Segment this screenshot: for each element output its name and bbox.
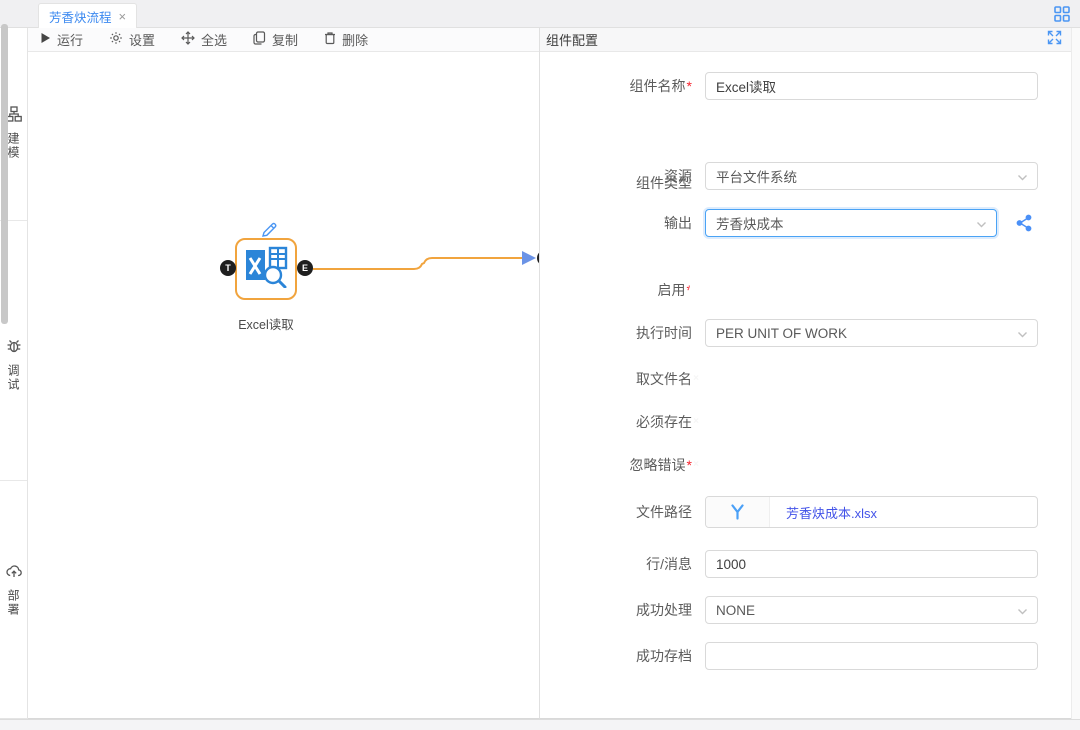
file-path-field: 芳香炔成本.xlsx <box>705 496 1038 528</box>
sidebar-item-debug[interactable]: 调试 <box>0 338 27 392</box>
component-name-input[interactable] <box>705 72 1038 100</box>
node-label: Excel读取 <box>216 314 316 333</box>
flow-canvas[interactable]: T E Excel读取 <box>28 52 539 718</box>
resource-select-value: 平台文件系统 <box>716 166 797 186</box>
config-form: 组件名称* 组件类型 Excel File Reader 资源 平台文件系统 输… <box>540 52 1072 719</box>
component-name-label: 组件名称* <box>540 72 692 100</box>
move-cross-icon <box>181 31 195 48</box>
execution-time-label: 执行时间 <box>540 319 692 347</box>
resource-select[interactable]: 平台文件系统 <box>705 162 1038 190</box>
bug-icon <box>6 338 22 359</box>
run-button[interactable]: 运行 <box>40 30 83 49</box>
app-window: 芳香炔流程 × 建模 调试 部署 <box>0 0 1080 730</box>
select-all-button-label: 全选 <box>201 30 227 49</box>
copy-icon <box>253 31 266 48</box>
layout-grid-icon[interactable] <box>1053 5 1071 23</box>
cross-mark-icon: × <box>693 370 699 388</box>
required-mark: * <box>687 457 692 473</box>
gear-icon <box>109 31 123 48</box>
ignore-errors-label: 忽略错误* <box>540 456 692 474</box>
tab-flow-label: 芳香炔流程 <box>49 7 112 26</box>
excel-reader-node[interactable] <box>235 238 297 300</box>
tab-close-icon[interactable]: × <box>119 10 127 23</box>
rows-per-message-label: 行/消息 <box>540 550 692 578</box>
delete-button[interactable]: 删除 <box>324 30 368 49</box>
tab-flow[interactable]: 芳香炔流程 × <box>38 3 137 28</box>
resource-label: 资源 <box>540 162 692 190</box>
required-mark: * <box>687 78 692 94</box>
edit-pencil-icon[interactable] <box>259 220 279 240</box>
excel-file-icon <box>243 246 289 293</box>
output-select[interactable]: 芳香炔成本 <box>705 209 997 237</box>
canvas-toolbar: 运行 设置 全选 复制 删除 <box>28 28 539 52</box>
sidebar-item-deploy[interactable]: 部署 <box>0 563 27 617</box>
execution-time-select-value: PER UNIT OF WORK <box>716 326 847 341</box>
success-handling-label: 成功处理 <box>540 596 692 624</box>
panel-title: 组件配置 <box>546 30 598 49</box>
toggle-knob <box>689 283 703 297</box>
chevron-down-icon <box>1017 171 1028 186</box>
branch-picker-icon[interactable] <box>706 497 770 527</box>
horizontal-scrollbar[interactable] <box>0 719 1080 730</box>
node-output-port[interactable]: E <box>297 260 313 276</box>
success-handling-select-value: NONE <box>716 603 755 618</box>
deploy-cloud-icon <box>6 563 22 584</box>
play-icon <box>40 32 51 47</box>
delete-button-label: 删除 <box>342 30 368 49</box>
copy-button-label: 复制 <box>272 30 298 49</box>
check-mark-icon: ✓ <box>710 281 718 299</box>
share-icon[interactable] <box>1015 214 1033 232</box>
sidebar-divider <box>0 480 27 481</box>
copy-button[interactable]: 复制 <box>253 30 298 49</box>
success-handling-select[interactable]: NONE <box>705 596 1038 624</box>
take-filename-label: 取文件名 <box>540 370 692 388</box>
settings-button-label: 设置 <box>129 30 155 49</box>
cross-mark-icon: × <box>693 456 699 474</box>
canvas-area: 运行 设置 全选 复制 删除 <box>28 28 539 719</box>
toggle-knob <box>707 458 721 472</box>
file-path-label: 文件路径 <box>540 496 692 528</box>
connection-wire <box>28 52 539 718</box>
sidebar-item-debug-label: 调试 <box>5 364 22 392</box>
toggle-knob <box>707 415 721 429</box>
config-panel: 组件配置 组件名称* 组件类型 Excel File Reader 资源 平台文… <box>539 28 1071 719</box>
wire-arrowhead <box>522 251 536 265</box>
chevron-down-icon <box>1017 328 1028 343</box>
rows-per-message-input[interactable] <box>705 550 1038 578</box>
expand-icon[interactable] <box>1047 30 1062 50</box>
cross-mark-icon: × <box>693 413 699 431</box>
output-label: 输出 <box>540 209 692 237</box>
success-archive-label: 成功存档 <box>540 642 692 670</box>
toggle-knob <box>707 372 721 386</box>
chevron-down-icon <box>976 218 987 233</box>
config-panel-header: 组件配置 <box>540 28 1072 52</box>
enabled-label: 启用* <box>540 281 692 299</box>
success-archive-input[interactable] <box>705 642 1038 670</box>
must-exist-label: 必须存在 <box>540 413 692 431</box>
select-all-button[interactable]: 全选 <box>181 30 227 49</box>
output-select-value: 芳香炔成本 <box>716 213 784 233</box>
chevron-down-icon <box>1017 605 1028 620</box>
settings-button[interactable]: 设置 <box>109 30 155 49</box>
execution-time-select[interactable]: PER UNIT OF WORK <box>705 319 1038 347</box>
vertical-scrollbar-thumb[interactable] <box>1 24 8 324</box>
vertical-scrollbar[interactable] <box>1071 28 1080 719</box>
tab-bar: 芳香炔流程 × <box>0 0 1080 28</box>
run-button-label: 运行 <box>57 30 83 49</box>
node-input-port[interactable]: T <box>220 260 236 276</box>
file-path-link[interactable]: 芳香炔成本.xlsx <box>770 497 1037 527</box>
sidebar-item-deploy-label: 部署 <box>5 589 22 617</box>
trash-icon <box>324 31 336 48</box>
